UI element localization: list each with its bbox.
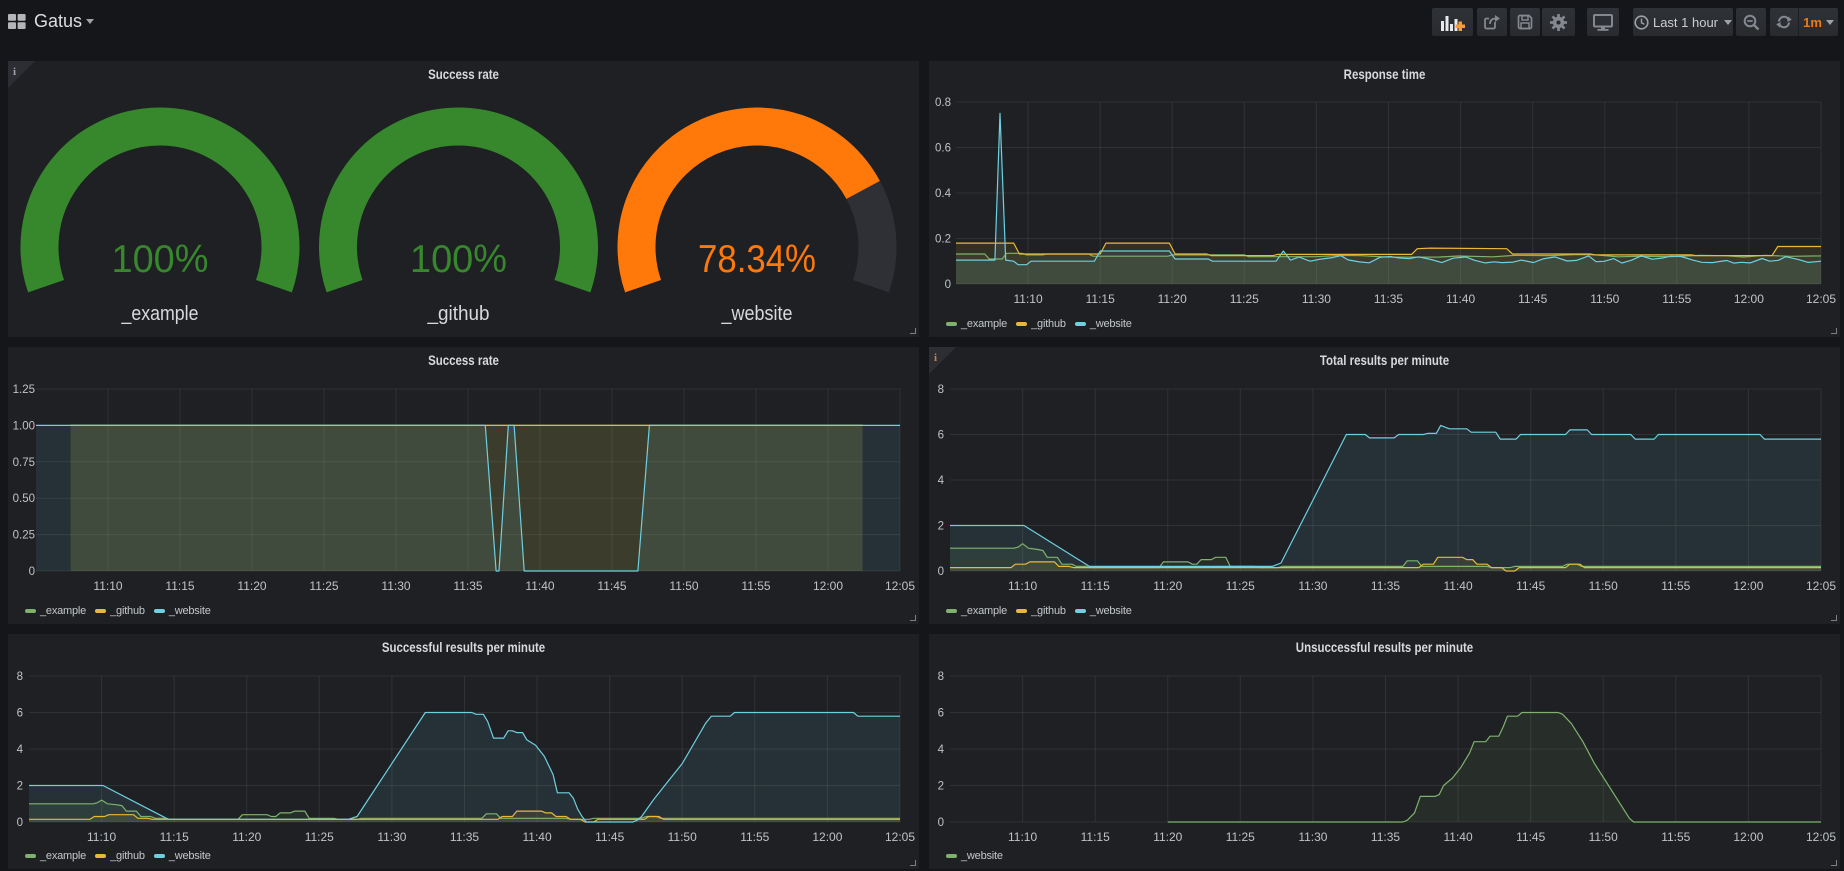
svg-text:12:05: 12:05 bbox=[1806, 579, 1836, 593]
svg-text:11:30: 11:30 bbox=[1298, 830, 1327, 844]
svg-text:6: 6 bbox=[17, 708, 23, 720]
svg-text:1.00: 1.00 bbox=[13, 420, 35, 432]
svg-text:_website: _website bbox=[721, 303, 793, 325]
svg-text:0: 0 bbox=[938, 566, 944, 578]
svg-text:6: 6 bbox=[938, 430, 944, 442]
svg-text:11:35: 11:35 bbox=[453, 579, 482, 593]
svg-text:12:05: 12:05 bbox=[885, 579, 915, 593]
svg-text:8: 8 bbox=[17, 671, 23, 683]
svg-text:11:50: 11:50 bbox=[1590, 292, 1619, 306]
svg-text:11:45: 11:45 bbox=[597, 579, 626, 593]
svg-text:8: 8 bbox=[938, 384, 944, 396]
svg-text:11:45: 11:45 bbox=[1516, 830, 1545, 844]
svg-text:0.75: 0.75 bbox=[13, 457, 35, 469]
svg-text:12:00: 12:00 bbox=[812, 830, 842, 844]
svg-text:11:10: 11:10 bbox=[87, 830, 116, 844]
svg-text:0: 0 bbox=[945, 279, 951, 291]
svg-text:11:40: 11:40 bbox=[1444, 579, 1473, 593]
svg-text:0.2: 0.2 bbox=[935, 234, 951, 246]
svg-text:11:55: 11:55 bbox=[1662, 292, 1691, 306]
svg-text:11:45: 11:45 bbox=[1516, 579, 1545, 593]
svg-text:1.25: 1.25 bbox=[13, 384, 35, 396]
svg-text:0.8: 0.8 bbox=[935, 97, 951, 109]
svg-text:11:15: 11:15 bbox=[1081, 579, 1110, 593]
svg-text:11:10: 11:10 bbox=[1008, 579, 1037, 593]
svg-text:11:50: 11:50 bbox=[1589, 579, 1618, 593]
svg-text:0: 0 bbox=[17, 817, 23, 829]
svg-text:11:50: 11:50 bbox=[1589, 830, 1618, 844]
svg-text:11:20: 11:20 bbox=[1153, 579, 1182, 593]
svg-text:4: 4 bbox=[17, 744, 24, 756]
svg-text:0.4: 0.4 bbox=[935, 188, 952, 200]
svg-text:2: 2 bbox=[938, 521, 944, 533]
svg-text:11:35: 11:35 bbox=[1371, 579, 1400, 593]
svg-text:11:20: 11:20 bbox=[237, 579, 266, 593]
svg-text:4: 4 bbox=[938, 744, 945, 756]
svg-text:11:25: 11:25 bbox=[1226, 830, 1255, 844]
svg-text:11:45: 11:45 bbox=[1518, 292, 1547, 306]
svg-text:12:05: 12:05 bbox=[1806, 292, 1836, 306]
svg-text:12:00: 12:00 bbox=[813, 579, 843, 593]
svg-text:11:30: 11:30 bbox=[377, 830, 406, 844]
svg-text:11:20: 11:20 bbox=[1158, 292, 1187, 306]
svg-text:6: 6 bbox=[938, 708, 944, 720]
svg-text:11:40: 11:40 bbox=[1444, 830, 1473, 844]
svg-text:78.34%: 78.34% bbox=[698, 238, 816, 281]
svg-text:11:25: 11:25 bbox=[1230, 292, 1259, 306]
svg-text:11:25: 11:25 bbox=[1226, 579, 1255, 593]
svg-text:100%: 100% bbox=[112, 238, 209, 281]
svg-text:i: i bbox=[13, 66, 16, 78]
svg-text:11:45: 11:45 bbox=[595, 830, 624, 844]
svg-text:11:25: 11:25 bbox=[305, 830, 334, 844]
svg-text:11:40: 11:40 bbox=[1446, 292, 1475, 306]
svg-text:11:30: 11:30 bbox=[381, 579, 410, 593]
svg-text:11:10: 11:10 bbox=[1008, 830, 1037, 844]
svg-text:11:55: 11:55 bbox=[1661, 579, 1690, 593]
svg-text:100%: 100% bbox=[410, 238, 507, 281]
svg-text:12:00: 12:00 bbox=[1733, 830, 1763, 844]
svg-text:11:50: 11:50 bbox=[668, 830, 697, 844]
svg-text:8: 8 bbox=[938, 671, 944, 683]
svg-text:_github: _github bbox=[427, 303, 490, 325]
svg-text:4: 4 bbox=[938, 475, 945, 487]
svg-text:0.25: 0.25 bbox=[13, 530, 35, 542]
svg-text:11:20: 11:20 bbox=[1153, 830, 1182, 844]
svg-text:11:35: 11:35 bbox=[1374, 292, 1403, 306]
svg-text:11:40: 11:40 bbox=[523, 830, 552, 844]
svg-text:11:35: 11:35 bbox=[1371, 830, 1400, 844]
svg-text:11:25: 11:25 bbox=[309, 579, 338, 593]
svg-text:2: 2 bbox=[938, 781, 944, 793]
svg-text:11:30: 11:30 bbox=[1302, 292, 1331, 306]
svg-text:11:15: 11:15 bbox=[1081, 830, 1110, 844]
svg-text:12:00: 12:00 bbox=[1733, 579, 1763, 593]
svg-text:11:15: 11:15 bbox=[160, 830, 189, 844]
svg-text:11:55: 11:55 bbox=[1661, 830, 1690, 844]
svg-text:12:00: 12:00 bbox=[1734, 292, 1764, 306]
svg-text:11:10: 11:10 bbox=[93, 579, 122, 593]
svg-text:12:05: 12:05 bbox=[1806, 830, 1836, 844]
svg-text:11:40: 11:40 bbox=[525, 579, 554, 593]
svg-text:11:20: 11:20 bbox=[232, 830, 261, 844]
svg-text:11:55: 11:55 bbox=[741, 579, 770, 593]
svg-text:11:35: 11:35 bbox=[450, 830, 479, 844]
svg-text:11:50: 11:50 bbox=[669, 579, 698, 593]
svg-text:0.6: 0.6 bbox=[935, 143, 951, 155]
svg-text:_example: _example bbox=[121, 303, 199, 325]
svg-text:0: 0 bbox=[29, 566, 35, 578]
svg-text:11:10: 11:10 bbox=[1014, 292, 1043, 306]
svg-text:i: i bbox=[934, 352, 937, 364]
svg-text:11:15: 11:15 bbox=[1086, 292, 1115, 306]
svg-text:2: 2 bbox=[17, 781, 23, 793]
svg-text:0: 0 bbox=[938, 817, 944, 829]
svg-text:12:05: 12:05 bbox=[885, 830, 915, 844]
svg-text:0.50: 0.50 bbox=[13, 493, 35, 505]
svg-text:11:55: 11:55 bbox=[740, 830, 769, 844]
svg-text:11:30: 11:30 bbox=[1298, 579, 1327, 593]
svg-text:11:15: 11:15 bbox=[165, 579, 194, 593]
